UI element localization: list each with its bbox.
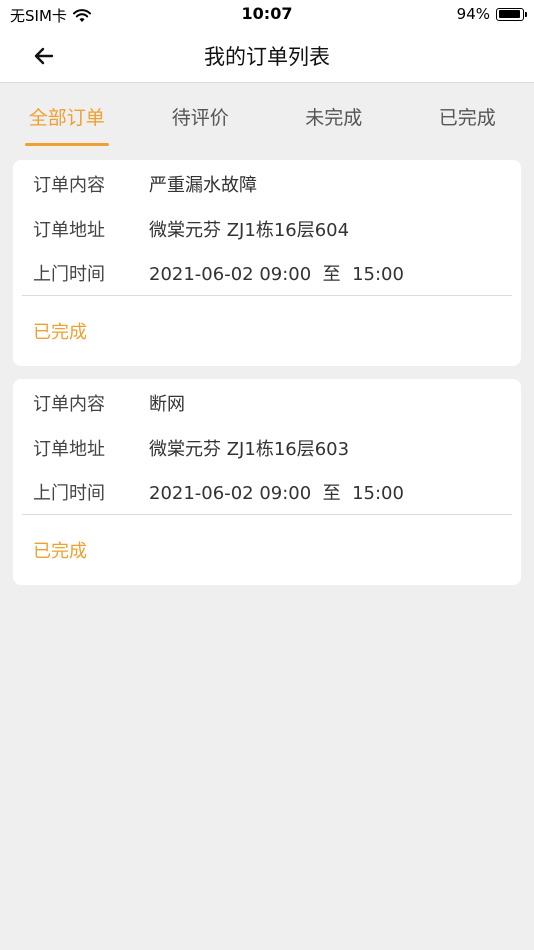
battery-percent: 94% <box>456 5 490 23</box>
order-status: 已完成 <box>33 541 87 562</box>
order-content-row: 订单内容 断网 <box>33 389 501 417</box>
tab-pending-review[interactable]: 待评价 <box>134 84 268 150</box>
battery-icon <box>496 7 527 21</box>
tab-active-indicator <box>25 143 109 146</box>
tab-label: 已完成 <box>438 107 496 129</box>
nav-bar: 我的订单列表 <box>0 28 534 83</box>
order-content-label: 订单内容 <box>33 175 105 196</box>
order-time-value: 2021-06-02 09:00 至 15:00 <box>149 264 404 285</box>
tab-completed[interactable]: 已完成 <box>401 84 534 150</box>
order-card[interactable]: 订单内容 断网 订单地址 微棠元芬 ZJ1栋16层603 上门时间 2021-0… <box>13 379 521 585</box>
tab-label: 待评价 <box>171 107 229 129</box>
order-address-label: 订单地址 <box>33 220 105 241</box>
order-time-label: 上门时间 <box>33 483 105 504</box>
status-bar: 无SIM卡 10:07 94% <box>0 0 534 28</box>
divider <box>22 514 512 515</box>
order-address-value: 微棠元芬 ZJ1栋16层604 <box>149 220 350 241</box>
tab-incomplete[interactable]: 未完成 <box>267 84 401 150</box>
order-time-label: 上门时间 <box>33 264 105 285</box>
order-address-row: 订单地址 微棠元芬 ZJ1栋16层603 <box>33 434 501 462</box>
battery-level <box>498 10 521 18</box>
order-address-value: 微棠元芬 ZJ1栋16层603 <box>149 439 350 460</box>
tab-label: 全部订单 <box>28 107 105 129</box>
order-card[interactable]: 订单内容 严重漏水故障 订单地址 微棠元芬 ZJ1栋16层604 上门时间 20… <box>13 160 521 366</box>
order-content-value: 严重漏水故障 <box>149 175 257 196</box>
divider <box>22 295 512 296</box>
order-content-label: 订单内容 <box>33 394 105 415</box>
order-content-row: 订单内容 严重漏水故障 <box>33 170 501 198</box>
order-time-row: 上门时间 2021-06-02 09:00 至 15:00 <box>33 478 501 506</box>
page-title: 我的订单列表 <box>204 45 330 69</box>
order-time-row: 上门时间 2021-06-02 09:00 至 15:00 <box>33 259 501 287</box>
order-address-label: 订单地址 <box>33 439 105 460</box>
order-address-row: 订单地址 微棠元芬 ZJ1栋16层604 <box>33 215 501 243</box>
status-time: 10:07 <box>241 4 293 23</box>
order-tabs: 全部订单 待评价 未完成 已完成 <box>0 84 534 150</box>
tab-label: 未完成 <box>305 107 363 129</box>
status-right: 94% <box>456 5 527 23</box>
order-time-value: 2021-06-02 09:00 至 15:00 <box>149 483 404 504</box>
order-status: 已完成 <box>33 322 87 343</box>
tab-all-orders[interactable]: 全部订单 <box>0 84 134 150</box>
order-content-value: 断网 <box>149 394 185 415</box>
